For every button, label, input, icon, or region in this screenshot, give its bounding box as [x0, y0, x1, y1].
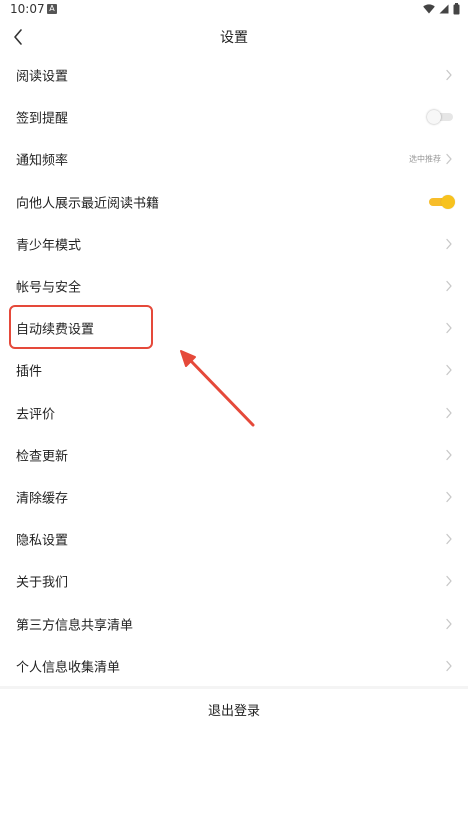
chevron-right-icon: [446, 154, 452, 165]
chevron-right-icon: [446, 280, 452, 292]
toggle-switch[interactable]: [427, 194, 455, 210]
status-bar: 10:07 A: [0, 0, 468, 20]
chevron-right-icon: [446, 576, 452, 587]
status-icons: [423, 3, 460, 15]
settings-row-label: 通知频率: [16, 153, 69, 169]
chevron-right-icon: [446, 323, 452, 334]
page-title: 设置: [220, 30, 248, 46]
chevron-right-icon: [446, 491, 452, 503]
settings-row-label: 签到提醒: [16, 111, 69, 127]
settings-row-14[interactable]: 第三方信息共享清单: [0, 602, 468, 644]
status-time: 10:07: [10, 2, 45, 16]
settings-row-label: 检查更新: [16, 449, 69, 465]
settings-row-8[interactable]: 插件: [0, 349, 468, 391]
chevron-right-icon: [446, 449, 452, 460]
settings-row-label: 个人信息收集清单: [16, 660, 121, 676]
settings-list: 阅读设置签到提醒通知频率 选中推荐向他人展示最近阅读书籍 青少年模式帐号与安全自动续…: [0, 54, 468, 687]
settings-row-label: 去评价: [16, 407, 56, 423]
settings-row-label: 插件: [16, 364, 43, 380]
settings-row-value: 选中推荐: [409, 154, 441, 164]
chevron-right-icon: [446, 534, 452, 545]
settings-row-6[interactable]: 帐号与安全: [0, 265, 468, 307]
settings-row-label: 青少年模式: [16, 238, 82, 254]
logout-button[interactable]: 退出登录: [0, 690, 468, 734]
settings-row-7[interactable]: 自动续费设置: [0, 307, 468, 349]
settings-row-1[interactable]: 阅读设置: [0, 54, 468, 96]
settings-row-label: 向他人展示最近阅读书籍: [16, 196, 160, 212]
toggle-knob: [441, 194, 455, 209]
settings-row-15[interactable]: 个人信息收集清单: [0, 645, 468, 687]
settings-row-12[interactable]: 隐私设置: [0, 518, 468, 560]
toggle-knob: [427, 110, 441, 125]
chevron-right-icon: [446, 238, 452, 249]
settings-row-label: 隐私设置: [16, 533, 69, 549]
settings-row-4[interactable]: 向他人展示最近阅读书籍: [0, 181, 468, 223]
wifi-icon: [423, 4, 435, 14]
chevron-right-icon: [446, 407, 452, 418]
toggle-switch[interactable]: [427, 109, 455, 125]
notification-badge: A: [47, 4, 57, 14]
settings-row-label: 关于我们: [16, 575, 69, 591]
chevron-right-icon: [446, 660, 452, 671]
settings-row-5[interactable]: 青少年模式: [0, 223, 468, 265]
settings-row-label: 自动续费设置: [16, 322, 95, 338]
settings-row-3[interactable]: 通知频率 选中推荐: [0, 138, 468, 180]
settings-row-11[interactable]: 清除缓存: [0, 476, 468, 518]
section-divider: [0, 686, 468, 689]
signal-icon: [439, 4, 449, 14]
battery-icon: [453, 3, 460, 15]
settings-row-9[interactable]: 去评价: [0, 392, 468, 434]
settings-row-10[interactable]: 检查更新: [0, 434, 468, 476]
settings-row-label: 清除缓存: [16, 491, 69, 507]
nav-bar: 设置: [0, 20, 468, 54]
settings-row-13[interactable]: 关于我们: [0, 560, 468, 602]
settings-row-label: 第三方信息共享清单: [16, 618, 134, 634]
settings-row-label: 帐号与安全: [16, 280, 82, 296]
settings-row-label: 阅读设置: [16, 69, 69, 85]
chevron-right-icon: [446, 69, 452, 81]
chevron-right-icon: [446, 618, 452, 629]
chevron-right-icon: [446, 365, 452, 376]
settings-row-2[interactable]: 签到提醒: [0, 96, 468, 138]
